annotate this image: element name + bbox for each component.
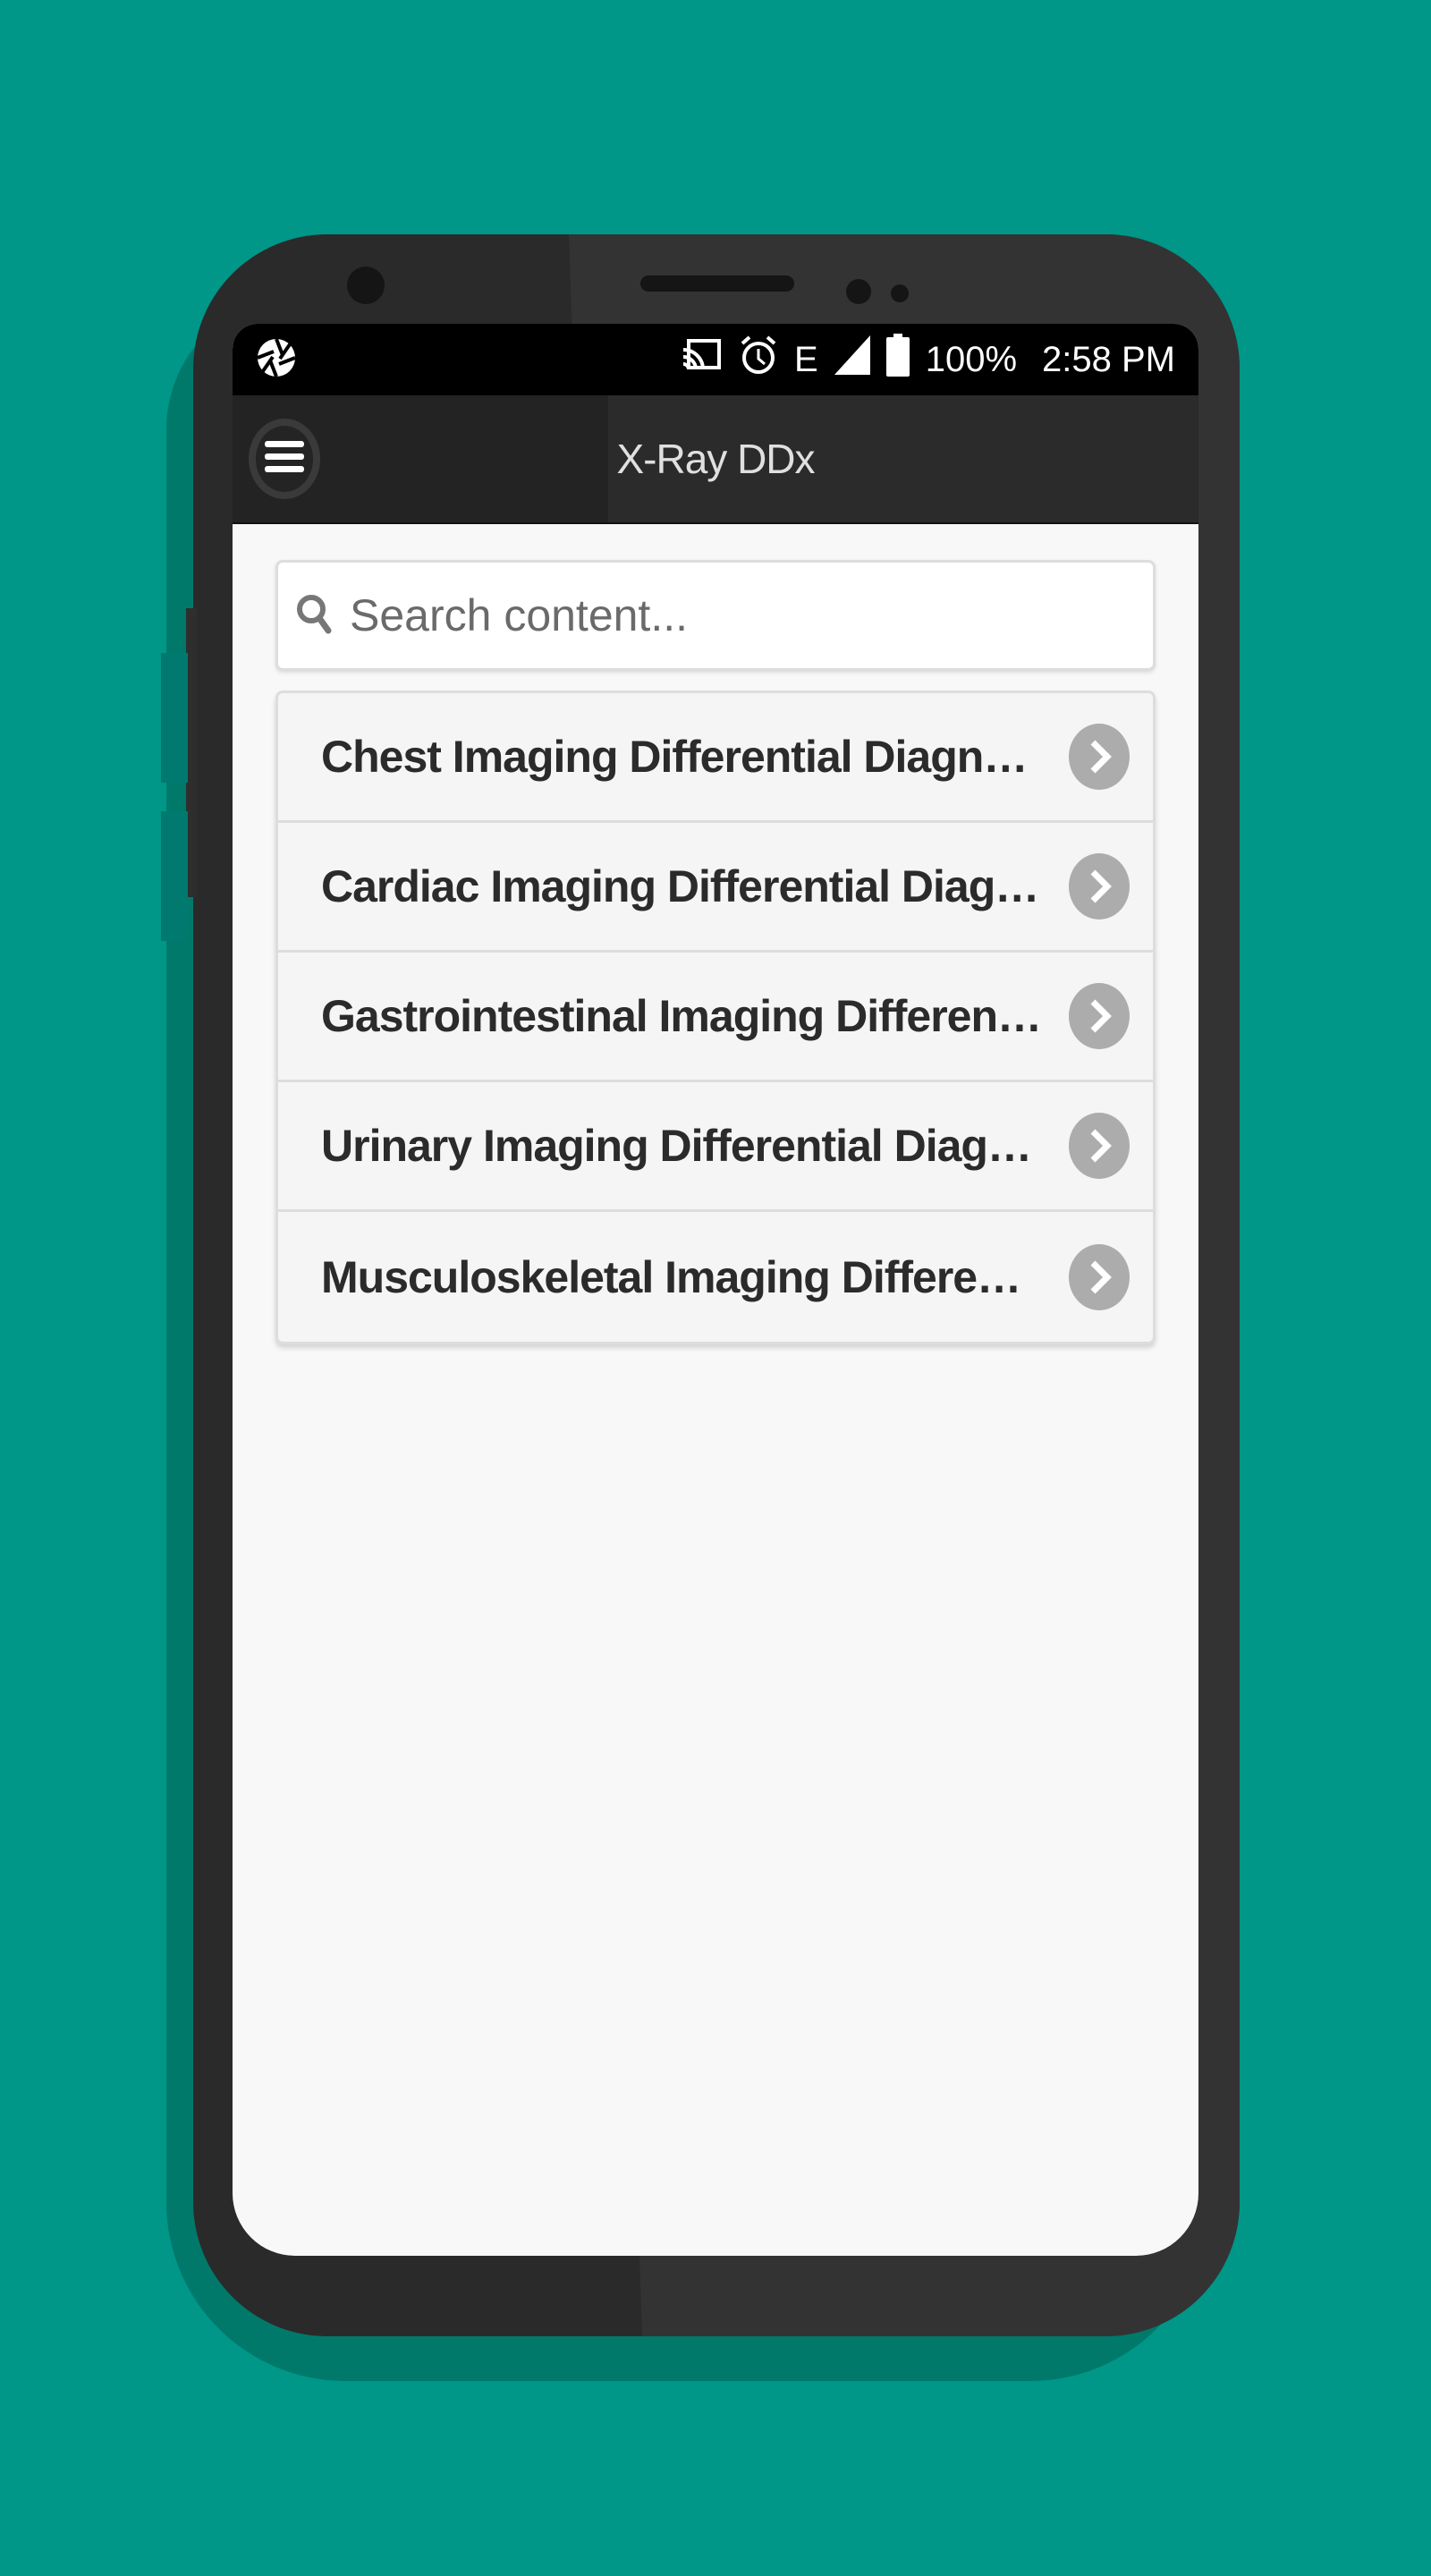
battery-icon <box>885 334 910 386</box>
list-item[interactable]: Gastrointestinal Imaging Differentia... <box>278 953 1153 1082</box>
app-bar: X-Ray DDx <box>233 395 1198 524</box>
signal-icon <box>834 335 870 384</box>
list-item[interactable]: Chest Imaging Differential Diagnoses <box>278 693 1153 823</box>
menu-button[interactable] <box>249 419 320 499</box>
side-key-shadow <box>161 811 188 941</box>
alarm-icon <box>739 335 778 385</box>
earpiece-speaker <box>640 275 794 292</box>
battery-percent: 100% <box>925 339 1018 379</box>
chevron-right-icon[interactable] <box>1069 983 1130 1049</box>
status-bar: E 100% 2:58 PM <box>233 324 1198 395</box>
search-bar[interactable] <box>275 560 1156 671</box>
edge-network-icon: E <box>794 339 818 379</box>
list-item-label: Chest Imaging Differential Diagnoses <box>321 732 1044 782</box>
list-item-label: Gastrointestinal Imaging Differentia... <box>321 991 1044 1041</box>
main-content: Chest Imaging Differential Diagnoses Car… <box>233 524 1198 1380</box>
list-item-label: Cardiac Imaging Differential Diagno... <box>321 861 1044 911</box>
list-item[interactable]: Urinary Imaging Differential Diagno... <box>278 1082 1153 1212</box>
hamburger-menu-icon <box>265 440 304 478</box>
app-title: X-Ray DDx <box>616 436 815 482</box>
light-sensor <box>891 284 909 302</box>
chevron-right-icon[interactable] <box>1069 853 1130 919</box>
list-item-label: Musculoskeletal Imaging Differenti... <box>321 1251 1044 1302</box>
list-item[interactable]: Cardiac Imaging Differential Diagno... <box>278 823 1153 953</box>
side-key-shadow <box>161 653 188 783</box>
chevron-right-icon[interactable] <box>1069 1113 1130 1179</box>
cast-icon <box>680 337 723 382</box>
list-item-label: Urinary Imaging Differential Diagno... <box>321 1121 1044 1171</box>
chevron-right-icon[interactable] <box>1069 724 1130 790</box>
chevron-right-icon[interactable] <box>1069 1243 1130 1310</box>
proximity-sensor <box>846 279 871 304</box>
category-list: Chest Imaging Differential Diagnoses Car… <box>275 691 1156 1344</box>
clock: 2:58 PM <box>1042 339 1175 379</box>
shutter-icon <box>256 337 297 383</box>
search-icon <box>296 593 332 639</box>
search-input[interactable] <box>348 589 1121 642</box>
list-item[interactable]: Musculoskeletal Imaging Differenti... <box>278 1212 1153 1342</box>
phone-screen: E 100% 2:58 PM X-Ray DDx Search content.… <box>233 324 1198 2256</box>
front-camera <box>347 267 385 304</box>
